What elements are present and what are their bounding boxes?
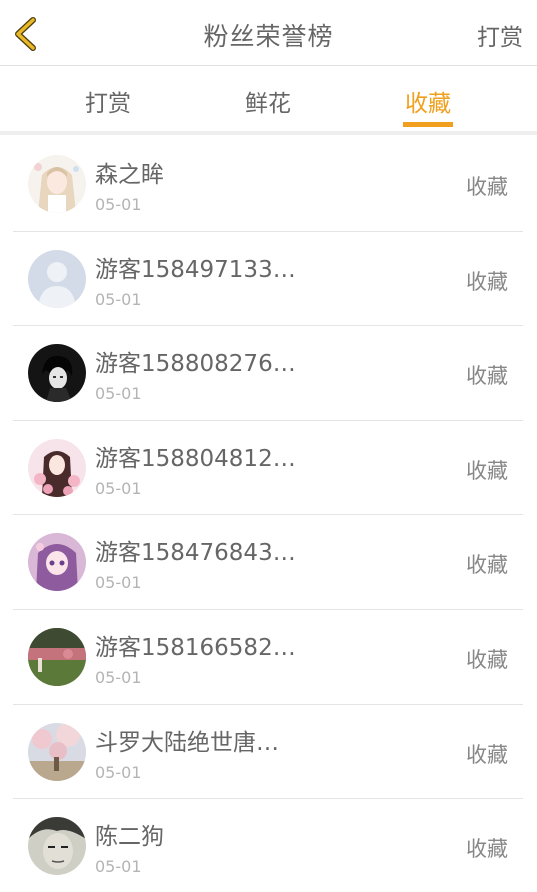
page-title: 粉丝荣誉榜 — [203, 22, 334, 51]
fan-date: 05-01 — [95, 384, 142, 404]
list-item[interactable]: 斗罗大陆绝世唐… 05-01 收藏 — [13, 705, 523, 800]
tab-collect[interactable]: 收藏 — [383, 84, 473, 118]
fan-list: 森之眸 05-01 收藏 游客158497133… 05-01 收藏 游客158… — [13, 137, 523, 892]
dark-anime-boy-avatar — [28, 344, 86, 403]
reward-button[interactable]: 打赏 — [477, 18, 523, 52]
fan-name: 森之眸 — [95, 162, 164, 188]
sketch-face-avatar — [28, 817, 86, 876]
fan-action: 收藏 — [466, 269, 508, 294]
list-item[interactable]: 森之眸 05-01 收藏 — [13, 137, 523, 232]
fan-date: 05-01 — [95, 478, 142, 498]
fan-date: 05-01 — [95, 857, 142, 877]
fan-name: 斗罗大陆绝世唐… — [95, 729, 279, 756]
default-user-avatar — [28, 249, 86, 308]
fan-date: 05-01 — [95, 289, 142, 309]
blossom-photo-avatar — [28, 722, 86, 781]
tab-flowers[interactable]: 鲜花 — [223, 84, 313, 118]
list-item[interactable]: 游客158166582… 05-01 收藏 — [13, 610, 523, 705]
fan-name: 游客158166582… — [95, 634, 296, 661]
fan-date: 05-01 — [95, 573, 142, 593]
list-item[interactable]: 游客158804812… 05-01 收藏 — [13, 421, 523, 516]
fan-action: 收藏 — [466, 837, 508, 862]
garden-photo-avatar — [28, 627, 86, 686]
fan-action: 收藏 — [466, 175, 508, 199]
fan-action: 收藏 — [466, 553, 508, 578]
anime-girl-avatar — [28, 155, 86, 213]
fan-date: 05-01 — [95, 762, 142, 782]
anime-girl-pink-avatar — [28, 438, 86, 497]
fan-date: 05-01 — [95, 195, 142, 214]
list-item[interactable]: 游客158808276… 05-01 收藏 — [13, 326, 523, 421]
tab-bar: 打赏 鲜花 收藏 — [0, 67, 537, 131]
active-tab-indicator — [403, 122, 453, 127]
fan-action: 收藏 — [466, 647, 508, 672]
fan-name: 游客158497133… — [95, 256, 296, 283]
fan-name: 游客158476843… — [95, 540, 296, 567]
fan-name: 游客158804812… — [95, 445, 296, 472]
fan-name: 陈二狗 — [95, 824, 164, 851]
fan-name: 游客158808276… — [95, 351, 296, 378]
list-item[interactable]: 陈二狗 05-01 收藏 — [13, 799, 523, 892]
list-item[interactable]: 游客158497133… 05-01 收藏 — [13, 232, 523, 327]
fan-action: 收藏 — [466, 742, 508, 767]
fan-date: 05-01 — [95, 667, 142, 687]
list-item[interactable]: 游客158476843… 05-01 收藏 — [13, 515, 523, 610]
top-bar: 粉丝荣誉榜 打赏 — [0, 0, 537, 66]
tab-reward[interactable]: 打赏 — [63, 84, 153, 118]
fan-action: 收藏 — [466, 364, 508, 389]
divider — [0, 131, 537, 135]
fan-action: 收藏 — [466, 458, 508, 483]
anime-girl-purple-avatar — [28, 533, 86, 592]
